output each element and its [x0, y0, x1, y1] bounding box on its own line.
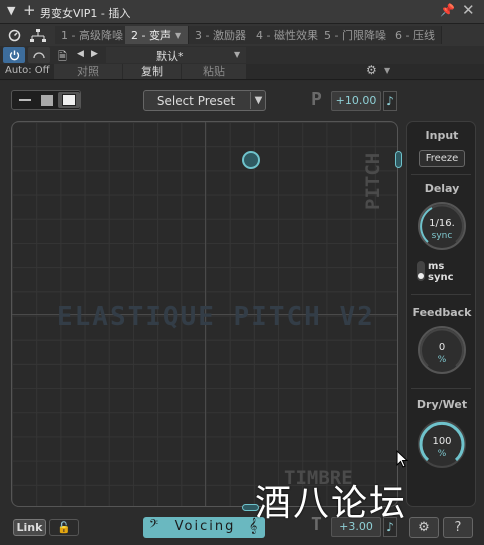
tab-fx-2[interactable]: 2 - 变声 ▼ — [125, 26, 189, 44]
tab-fx-1[interactable]: 1 - 高级降噪 — [55, 26, 130, 44]
feedback-label: Feedback — [412, 306, 472, 319]
feedback-value: 0 — [438, 342, 446, 353]
pin-icon[interactable]: 📌 — [440, 3, 455, 17]
pitch-slider-handle[interactable] — [395, 151, 402, 168]
dry-wet-knob[interactable]: 100 % — [418, 420, 466, 468]
question-icon: ? — [454, 520, 462, 535]
link-button[interactable]: Link — [13, 519, 46, 536]
pad-pitch-label: PITCH — [362, 152, 384, 210]
next-preset-icon[interactable]: ▶ — [91, 49, 98, 59]
input-label: Input — [425, 129, 459, 142]
line-mode-icon — [19, 99, 31, 101]
close-icon[interactable]: ✕ — [462, 1, 475, 19]
delay-label: Delay — [424, 182, 460, 195]
mode-line-button[interactable] — [14, 92, 36, 108]
pad-position-handle[interactable] — [242, 151, 260, 169]
ms-option-label[interactable]: ms — [428, 261, 444, 272]
pitch-value-field[interactable]: +10.00 — [331, 91, 381, 111]
divider — [411, 174, 471, 175]
delay-value: 1/16. — [429, 218, 455, 229]
automation-bar: Auto: Off 对照 复制 粘贴 ⚙ ▼ — [0, 63, 484, 80]
copy-button[interactable]: 复制 — [123, 64, 181, 79]
automation-mode[interactable]: Auto: Off — [5, 65, 50, 76]
tab-fx-6[interactable]: 6 - 压线 — [389, 26, 442, 44]
paste-button[interactable]: 粘贴 — [182, 64, 246, 79]
bass-clef-icon: 𝄢 — [149, 518, 159, 534]
add-icon[interactable]: + — [23, 1, 36, 19]
bypass-power-button[interactable] — [3, 47, 25, 63]
dry-wet-unit: % — [437, 449, 447, 459]
tab-dropdown-icon[interactable]: ▼ — [175, 31, 181, 40]
divider — [411, 294, 471, 295]
ms-sync-toggle[interactable] — [417, 261, 425, 281]
preset-name: 默认* — [156, 50, 184, 63]
chevron-down-icon: ▼ — [250, 92, 266, 109]
gear-icon[interactable]: ⚙ — [366, 63, 377, 77]
overlay-watermark: 酒八论坛 — [255, 483, 408, 524]
tab-fx-4[interactable]: 4 - 磁性效果 — [250, 26, 325, 44]
pad-watermark: ELASTIQUE PITCH V2 — [57, 302, 375, 332]
side-panel: Input Freeze Delay 1/16. sync ms sync Fe… — [406, 121, 476, 507]
settings-dropdown-icon[interactable]: ▼ — [384, 66, 390, 75]
unlock-icon: 🔓 — [57, 521, 71, 534]
gear-icon: ⚙ — [418, 520, 430, 535]
headphones-icon — [33, 52, 45, 59]
routing-icon[interactable] — [27, 26, 49, 44]
help-button[interactable]: ? — [443, 517, 473, 538]
power-icon — [9, 50, 19, 60]
window-menu-icon[interactable]: ▼ — [7, 4, 15, 17]
select-preset-dropdown[interactable]: Select Preset ▼ — [143, 90, 266, 111]
power-clock-icon[interactable] — [3, 26, 25, 44]
lock-button[interactable]: 🔓 — [49, 519, 79, 536]
feedback-knob[interactable]: 0 % — [418, 326, 466, 374]
mode-small-button[interactable] — [36, 92, 58, 108]
feedback-unit: % — [437, 355, 447, 365]
divider — [411, 388, 471, 389]
voicing-button[interactable]: 𝄢 Voicing 𝄞 — [143, 517, 265, 538]
title-bar: ▼ + 男变女VIP1 - 插入 📌 ✕ — [0, 0, 484, 24]
mouse-cursor-icon — [396, 450, 409, 468]
sidechain-button[interactable] — [28, 47, 50, 63]
fx-chain-bar: 1 - 高级降噪 2 - 变声 ▼ 3 - 激励器 4 - 磁性效果 5 - 门限… — [0, 24, 484, 46]
freeze-button[interactable]: Freeze — [419, 150, 465, 167]
delay-knob[interactable]: 1/16. sync — [418, 202, 466, 250]
tab-fx-3[interactable]: 3 - 激励器 — [189, 26, 253, 44]
dry-wet-label: Dry/Wet — [416, 398, 468, 411]
preset-name-dropdown[interactable]: 默认* ▼ — [106, 47, 246, 63]
view-mode-group — [11, 90, 81, 110]
toggle-knob — [418, 273, 424, 279]
pitch-note-button[interactable]: ♪ — [383, 91, 397, 111]
small-mode-icon — [41, 94, 53, 106]
prev-preset-icon[interactable]: ◀ — [77, 49, 84, 59]
pitch-letter: P — [311, 89, 322, 110]
tab-fx-5[interactable]: 5 - 门限降噪 — [318, 26, 393, 44]
music-note-icon: ♪ — [386, 94, 394, 108]
sync-option-label[interactable]: sync — [428, 272, 454, 283]
large-mode-icon — [62, 94, 76, 106]
chevron-down-icon: ▼ — [234, 50, 241, 59]
dry-wet-value: 100 — [432, 436, 452, 447]
pitch-timbre-pad[interactable]: ELASTIQUE PITCH V2 PITCH TIMBRE — [11, 121, 398, 507]
compare-button[interactable]: 对照 — [54, 64, 122, 79]
plugin-settings-button[interactable]: ⚙ — [409, 517, 439, 538]
mode-large-button[interactable] — [58, 92, 80, 108]
delay-unit: sync — [431, 231, 453, 241]
window-title: 男变女VIP1 - 插入 — [40, 7, 131, 20]
voicing-label: Voicing — [174, 519, 236, 534]
preset-bar: 🗎 ◀ ▶ 默认* ▼ — [0, 46, 484, 64]
